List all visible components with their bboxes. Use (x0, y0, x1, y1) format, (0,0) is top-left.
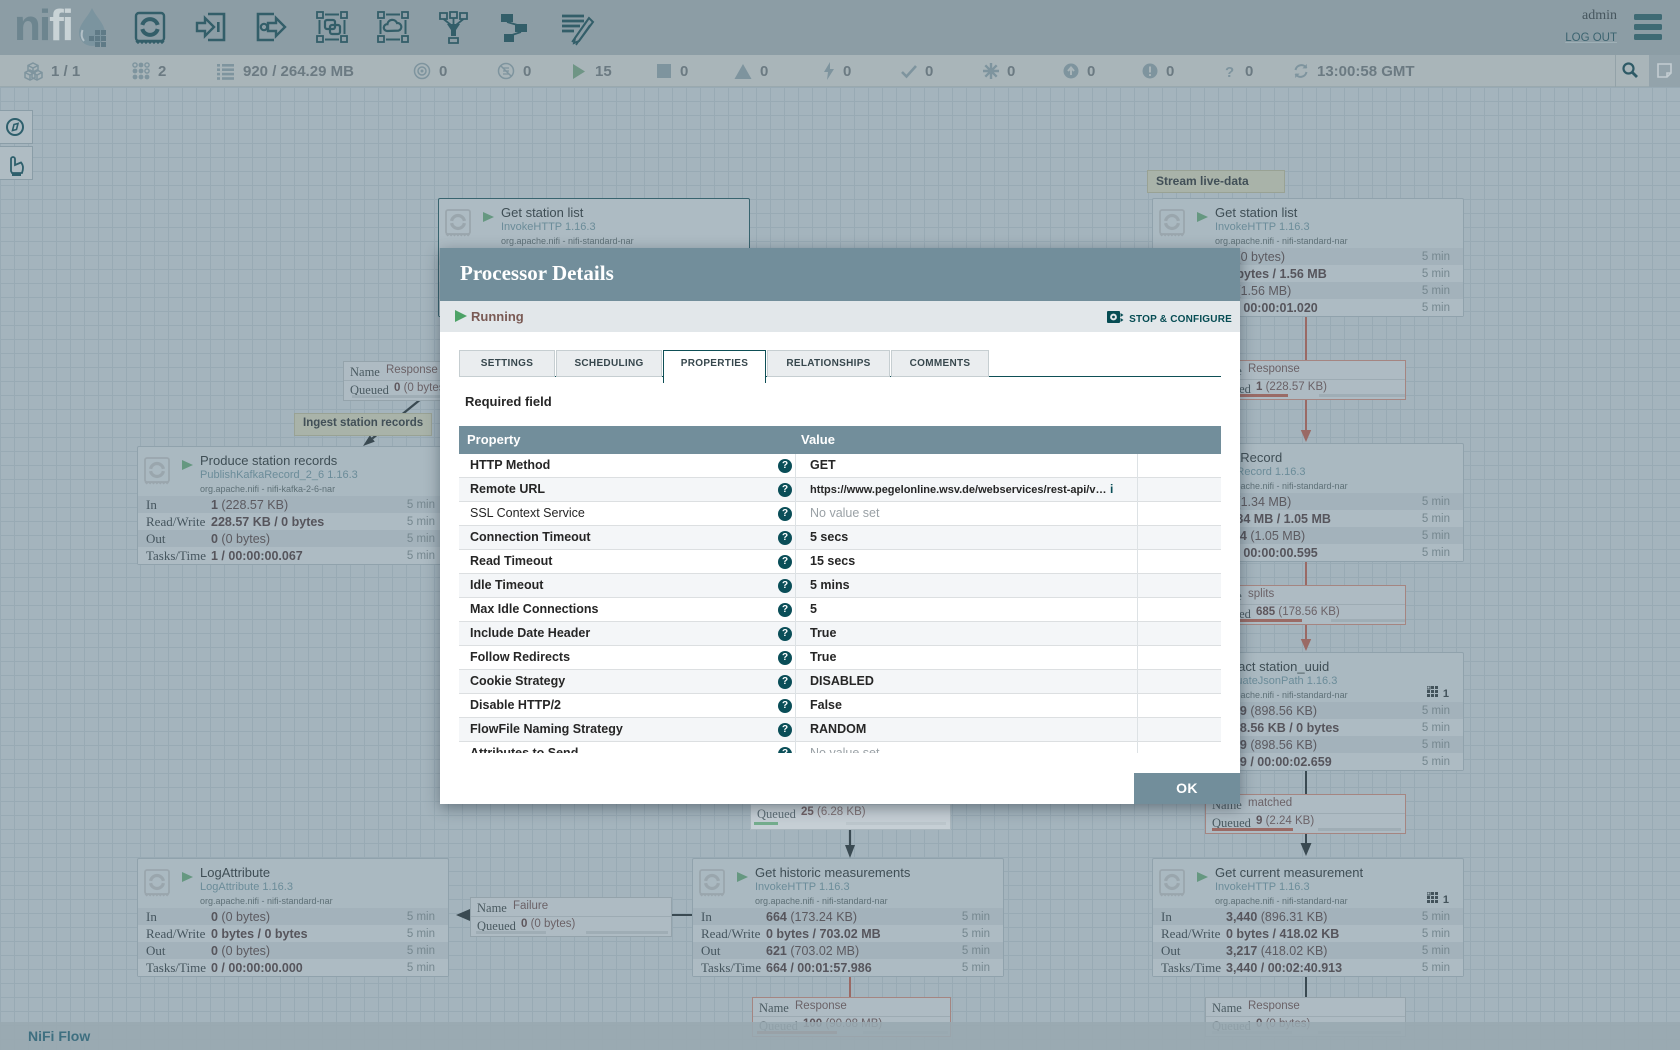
svg-text:?: ? (1225, 64, 1234, 79)
